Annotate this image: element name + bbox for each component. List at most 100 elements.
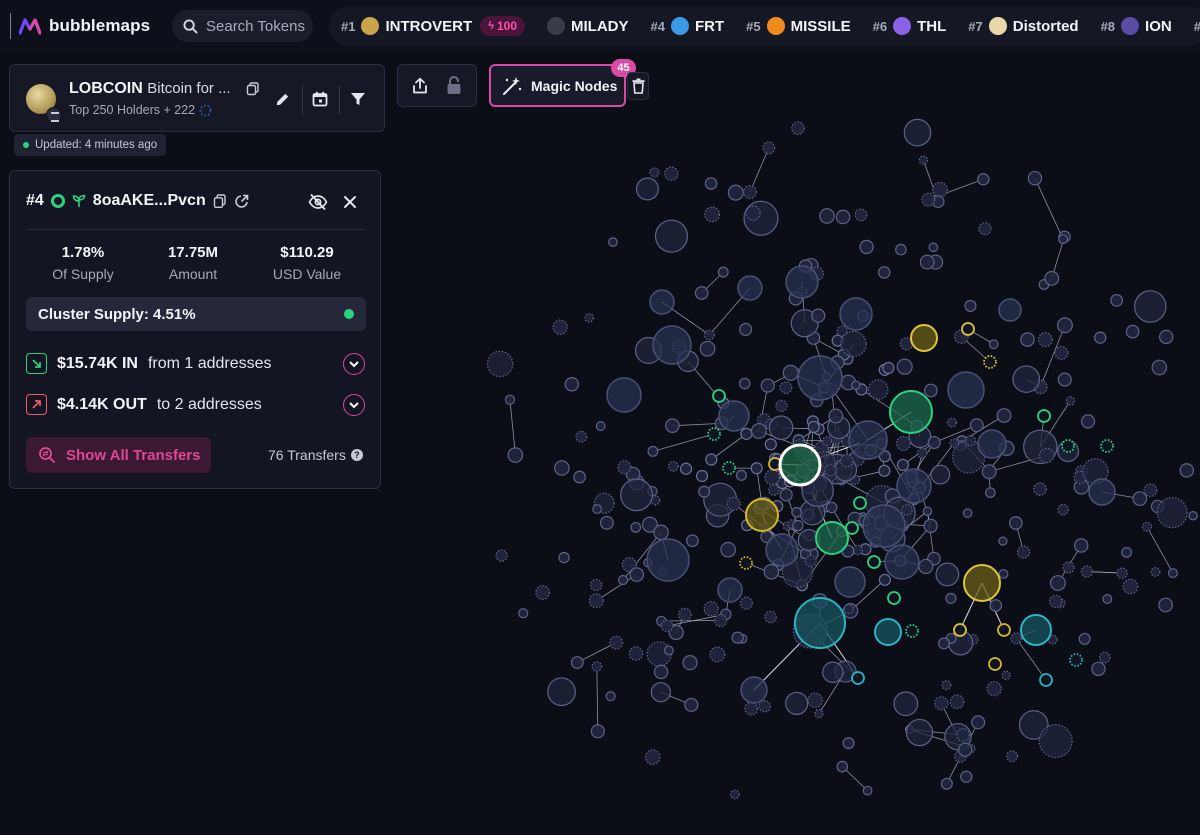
holder-bubble[interactable] (740, 676, 768, 704)
holder-bubble[interactable] (785, 691, 809, 715)
holder-bubble[interactable] (1054, 345, 1069, 361)
holder-bubble[interactable] (745, 498, 779, 532)
holder-bubble[interactable] (960, 770, 973, 783)
holder-bubble[interactable] (718, 400, 750, 432)
holder-bubble[interactable] (998, 536, 1008, 546)
holder-bubble[interactable] (1132, 491, 1148, 507)
holder-bubble[interactable] (518, 608, 529, 619)
holder-bubble[interactable] (570, 656, 584, 669)
holder-bubble[interactable] (779, 381, 793, 395)
holder-bubble[interactable] (893, 691, 919, 717)
holder-bubble[interactable] (971, 715, 986, 730)
holder-bubble[interactable] (1121, 546, 1133, 558)
holder-bubble[interactable] (717, 266, 729, 278)
holder-bubble[interactable] (1038, 447, 1055, 464)
holder-bubble[interactable] (1020, 614, 1052, 646)
holder-bubble[interactable] (895, 243, 907, 256)
holder-bubble[interactable] (836, 760, 849, 773)
ticker-item[interactable]: #8 ION (1101, 17, 1172, 35)
holder-bubble[interactable] (988, 657, 1002, 671)
holder-bubble[interactable] (935, 562, 960, 587)
holder-bubble[interactable] (679, 462, 693, 475)
holder-bubble[interactable] (815, 521, 849, 555)
close-icon[interactable] (343, 195, 357, 209)
search-input[interactable] (206, 17, 310, 35)
holder-bubble[interactable] (949, 694, 965, 710)
holder-bubble[interactable] (1069, 653, 1083, 667)
holder-bubble[interactable] (664, 166, 679, 181)
filter-button[interactable] (348, 89, 368, 109)
ticker-item[interactable]: #7 Distorted (968, 17, 1079, 35)
holder-bubble[interactable] (945, 592, 957, 604)
holder-bubble[interactable] (729, 789, 740, 800)
holder-bubble[interactable] (782, 364, 799, 381)
holder-bubble[interactable] (998, 568, 1009, 579)
holder-bubble[interactable] (760, 378, 775, 393)
holder-bubble[interactable] (1080, 565, 1093, 578)
holder-bubble[interactable] (931, 181, 948, 198)
holder-bubble[interactable] (1056, 317, 1073, 334)
holder-bubble[interactable] (737, 275, 763, 301)
holder-bubble[interactable] (921, 192, 936, 207)
holder-bubble[interactable] (794, 597, 846, 649)
holder-bubble[interactable] (997, 623, 1011, 637)
show-all-transfers-button[interactable]: Show All Transfers (26, 437, 211, 473)
holder-bubble[interactable] (842, 737, 855, 750)
holder-bubble[interactable] (1158, 329, 1174, 345)
holder-bubble[interactable] (660, 619, 674, 633)
holder-bubble[interactable] (590, 724, 605, 739)
holder-bubble[interactable] (699, 340, 716, 357)
holder-bubble[interactable] (862, 504, 906, 548)
holder-bubble[interactable] (1088, 478, 1116, 506)
holder-bubble[interactable] (1061, 439, 1075, 453)
holder-bubble[interactable] (1098, 651, 1111, 664)
holder-bubble[interactable] (811, 308, 826, 323)
holder-bubble[interactable] (977, 173, 990, 186)
holder-bubble[interactable] (791, 121, 805, 136)
holder-bubble[interactable] (707, 427, 721, 441)
ticker-item[interactable]: #4 FRT (651, 17, 724, 35)
holder-bubble[interactable] (717, 577, 743, 603)
holder-bubble[interactable] (986, 681, 1002, 697)
holder-bubble[interactable] (1001, 670, 1011, 680)
holder-bubble[interactable] (547, 677, 576, 707)
holder-bubble[interactable] (1158, 597, 1173, 613)
holder-bubble[interactable] (504, 394, 516, 405)
holder-bubble[interactable] (1125, 324, 1140, 339)
holder-bubble[interactable] (822, 661, 844, 684)
holder-bubble[interactable] (1062, 561, 1075, 574)
holder-bubble[interactable] (785, 265, 819, 299)
holder-bubble[interactable] (882, 361, 895, 375)
holder-bubble[interactable] (923, 518, 938, 534)
holder-bubble[interactable] (745, 205, 761, 221)
holder-bubble[interactable] (797, 355, 843, 401)
holder-bubbles[interactable] (486, 118, 1198, 800)
ticker-item[interactable]: #6 THL (873, 17, 946, 35)
holder-bubble[interactable] (854, 208, 868, 222)
holder-bubble[interactable] (592, 504, 603, 515)
holder-bubble[interactable] (922, 506, 933, 516)
holder-bubble[interactable] (575, 430, 588, 443)
holder-bubble[interactable] (928, 242, 939, 253)
holder-bubble[interactable] (828, 408, 844, 424)
holder-bubble[interactable] (1141, 521, 1153, 532)
holder-bubble[interactable] (653, 664, 669, 680)
holder-bubble[interactable] (617, 460, 632, 475)
holder-bubble[interactable] (695, 469, 709, 483)
holder-bubble[interactable] (763, 563, 780, 580)
holder-bubble[interactable] (819, 208, 835, 224)
holder-bubble[interactable] (1080, 414, 1096, 429)
holder-bubble[interactable] (851, 380, 861, 391)
holder-bubble[interactable] (877, 266, 891, 279)
holder-bubble[interactable] (1012, 365, 1041, 393)
holder-bubble[interactable] (840, 330, 867, 358)
holder-address[interactable]: 8oaAKE...Pvcn (93, 192, 206, 210)
holder-bubble[interactable] (606, 377, 642, 413)
holder-bubble[interactable] (742, 185, 757, 200)
holder-bubble[interactable] (608, 237, 618, 247)
holder-bubble[interactable] (726, 496, 741, 511)
holder-bubble[interactable] (977, 429, 1007, 459)
holder-bubble[interactable] (969, 418, 984, 433)
holder-bubble[interactable] (962, 508, 973, 518)
holder-bubble[interactable] (895, 435, 912, 452)
